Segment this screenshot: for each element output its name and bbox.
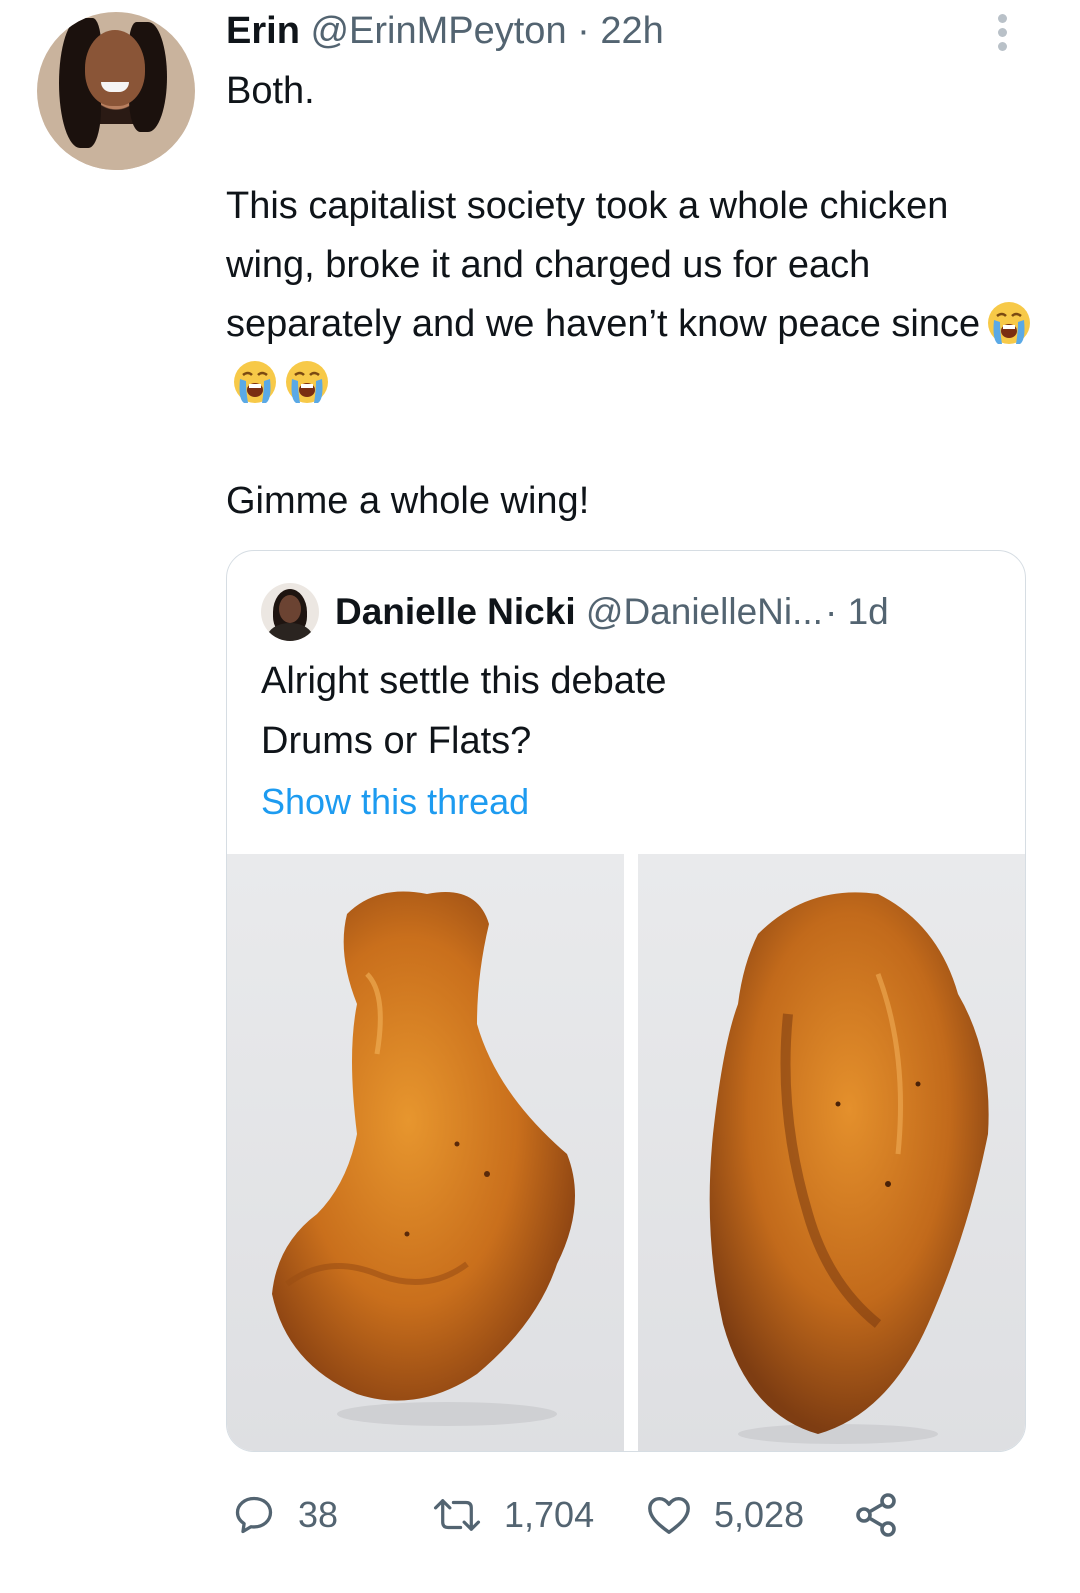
author-handle[interactable]: @ErinMPeyton — [310, 10, 566, 52]
flat-photo[interactable] — [638, 854, 1025, 1451]
crying-face-emoji-icon — [986, 300, 1032, 346]
reply-button[interactable]: 38 — [232, 1490, 338, 1540]
reply-count: 38 — [298, 1494, 339, 1535]
quoted-tweet-header: Danielle Nicki @DanielleNi... — [335, 589, 823, 635]
like-count: 5,028 — [714, 1494, 805, 1535]
author-name[interactable]: Erin — [226, 10, 300, 52]
like-button[interactable]: 5,028 — [646, 1490, 804, 1540]
tweet-text-line1: Both. — [226, 70, 315, 112]
quoted-author-avatar[interactable] — [261, 583, 319, 641]
retweet-count: 1,704 — [504, 1494, 595, 1535]
share-button[interactable] — [852, 1490, 922, 1540]
tweet-actions: 38 1,704 5,028 — [0, 1490, 1080, 1540]
retweet-icon — [433, 1499, 481, 1531]
author-avatar[interactable] — [37, 12, 195, 170]
quoted-tweet-media — [227, 854, 1025, 1451]
quoted-text-line2: Drums or Flats? — [261, 720, 532, 762]
quoted-text-line1: Alright settle this debate — [261, 660, 667, 702]
like-icon — [648, 1496, 690, 1534]
crying-face-emoji-icon — [284, 359, 330, 405]
drumette-photo[interactable] — [227, 854, 624, 1451]
tweet-text-closing: Gimme a whole wing! — [226, 480, 590, 522]
tweet-text-body: This capitalist society took a whole chi… — [226, 185, 981, 345]
tweet-header: Erin @ErinMPeyton · 22h — [226, 8, 664, 54]
more-icon[interactable] — [995, 10, 1009, 51]
header-separator: · — [577, 10, 590, 52]
quoted-author-name[interactable]: Danielle Nicki — [335, 591, 576, 632]
show-thread-link[interactable]: Show this thread — [261, 779, 529, 825]
tweet-time[interactable]: 22h — [600, 10, 663, 52]
quoted-tweet-text: Alright settle this debate Drums or Flat… — [261, 651, 667, 771]
retweet-button[interactable]: 1,704 — [432, 1490, 594, 1540]
reply-icon — [235, 1496, 273, 1534]
share-icon — [856, 1493, 896, 1537]
quoted-tweet[interactable]: Danielle Nicki @DanielleNi... · 1d Alrig… — [226, 550, 1026, 1452]
crying-face-emoji-icon — [232, 359, 278, 405]
quoted-tweet-time[interactable]: · 1d — [825, 589, 889, 635]
quoted-author-handle[interactable]: @DanielleNi... — [586, 591, 823, 632]
tweet-text-paragraph: This capitalist society took a whole chi… — [226, 177, 1046, 413]
